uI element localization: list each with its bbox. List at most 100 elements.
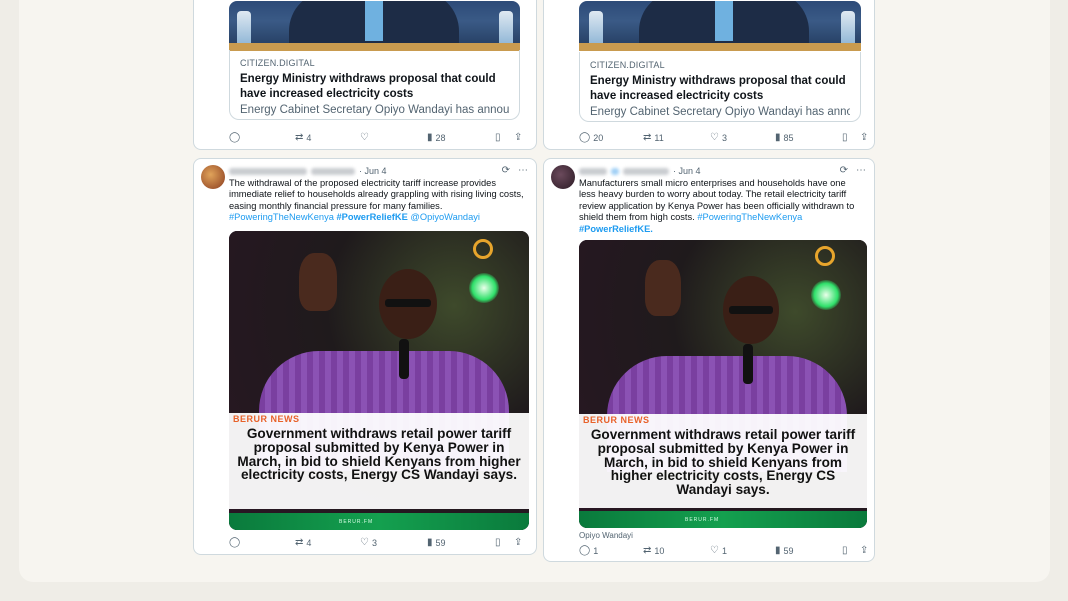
reply-icon: ◯ bbox=[579, 545, 591, 556]
bookmark-icon: ▯ bbox=[495, 132, 501, 143]
like-button[interactable]: ♡ bbox=[360, 133, 372, 143]
more-icon[interactable]: ⋯ bbox=[856, 165, 866, 176]
hashtag-link[interactable]: #PoweringTheNewKenya bbox=[229, 212, 334, 222]
repost-icon: ⇄ bbox=[643, 132, 652, 143]
views-icon: ▮ bbox=[427, 537, 433, 548]
views-button[interactable]: ▮ 85 bbox=[775, 132, 794, 144]
post-header: · Jun 4 bbox=[229, 166, 387, 176]
reply-button[interactable]: ◯ 1 bbox=[579, 545, 598, 557]
action-bar: ◯ 1 ⇄ 10 ♡ 1 ▮ 59 ▯ ⇪ bbox=[579, 545, 874, 560]
avatar[interactable] bbox=[201, 165, 225, 189]
media-brand-label: BERUR NEWS bbox=[583, 415, 650, 425]
views-icon: ▮ bbox=[427, 132, 433, 143]
like-icon: ♡ bbox=[710, 545, 719, 556]
post-text: The withdrawal of the proposed electrici… bbox=[229, 178, 524, 223]
link-preview-image[interactable] bbox=[579, 1, 861, 51]
bookmark-icon: ▯ bbox=[842, 132, 848, 143]
hashtag-link[interactable]: #PoweringTheNewKenya bbox=[697, 212, 802, 222]
like-icon: ♡ bbox=[360, 537, 369, 548]
repost-button[interactable]: ⇄ 11 bbox=[643, 132, 664, 144]
tweet-card-bottom-left[interactable]: · Jun 4 ⟳ ⋯ The withdrawal of the propos… bbox=[193, 158, 537, 555]
grok-icon[interactable]: ⟳ bbox=[502, 165, 510, 176]
post-media-image[interactable]: BERUR NEWS Government withdraws retail p… bbox=[579, 240, 867, 528]
author-name-redacted[interactable] bbox=[229, 167, 307, 175]
hashtag-link[interactable]: #PowerReliefKE. bbox=[579, 224, 653, 234]
reply-button[interactable]: ◯ bbox=[229, 538, 243, 548]
media-credit[interactable]: Opiyo Wandayi bbox=[579, 531, 633, 540]
share-icon: ⇪ bbox=[860, 545, 869, 556]
author-name-redacted[interactable] bbox=[579, 167, 607, 175]
views-icon: ▮ bbox=[775, 545, 781, 556]
bookmark-icon: ▯ bbox=[842, 545, 848, 556]
repost-button[interactable]: ⇄ 10 bbox=[643, 545, 664, 557]
media-brand-label: BERUR NEWS bbox=[233, 414, 300, 424]
like-button[interactable]: ♡ 3 bbox=[360, 537, 377, 549]
bookmark-button[interactable]: ▯ bbox=[495, 133, 501, 143]
repost-button[interactable]: ⇄ 4 bbox=[295, 132, 311, 144]
like-icon: ♡ bbox=[360, 132, 369, 143]
link-preview-image[interactable] bbox=[229, 1, 520, 51]
post-media-image[interactable]: BERUR NEWS Government withdraws retail p… bbox=[229, 231, 529, 530]
reply-icon: ◯ bbox=[229, 132, 241, 143]
post-header: · Jun 4 bbox=[579, 166, 701, 176]
like-button[interactable]: ♡ 3 bbox=[710, 132, 727, 144]
views-button[interactable]: ▮ 28 bbox=[427, 132, 446, 144]
preview-source: CITIZEN.DIGITAL bbox=[240, 58, 315, 68]
repost-button[interactable]: ⇄ 4 bbox=[295, 537, 311, 549]
share-icon: ⇪ bbox=[514, 132, 523, 143]
share-button[interactable]: ⇪ bbox=[860, 133, 868, 143]
avatar[interactable] bbox=[551, 165, 575, 189]
tweet-card-bottom-right[interactable]: · Jun 4 ⟳ ⋯ Manufacturers small micro en… bbox=[543, 158, 875, 562]
post-date[interactable]: · Jun 4 bbox=[673, 166, 701, 176]
bookmark-button[interactable]: ▯ bbox=[842, 133, 848, 143]
preview-title: Energy Ministry withdraws proposal that … bbox=[590, 75, 846, 102]
author-handle-redacted bbox=[311, 167, 355, 175]
tweet-card-top-right[interactable]: CITIZEN.DIGITAL Energy Ministry withdraw… bbox=[543, 0, 875, 150]
preview-description: Energy Cabinet Secretary Opiyo Wandayi h… bbox=[240, 104, 509, 116]
share-icon: ⇪ bbox=[514, 537, 523, 548]
bookmark-icon: ▯ bbox=[495, 537, 501, 548]
reply-button[interactable]: ◯ bbox=[229, 133, 243, 143]
tweet-card-top-left[interactable]: CITIZEN.DIGITAL Energy Ministry withdraw… bbox=[193, 0, 537, 150]
more-icon[interactable]: ⋯ bbox=[518, 165, 528, 176]
preview-title: Energy Ministry withdraws proposal that … bbox=[240, 73, 496, 100]
action-bar: ◯ ⇄ 4 ♡ 3 ▮ 59 ▯ ⇪ bbox=[229, 538, 529, 552]
bookmark-button[interactable]: ▯ bbox=[495, 538, 501, 548]
verified-badge-redacted bbox=[611, 167, 619, 175]
post-date[interactable]: · Jun 4 bbox=[359, 166, 387, 176]
brand-logo-icon bbox=[815, 246, 835, 266]
media-headline: Government withdraws retail power tariff… bbox=[590, 427, 856, 498]
views-icon: ▮ bbox=[775, 132, 781, 143]
reply-button[interactable]: ◯ 20 bbox=[579, 132, 603, 144]
post-text: Manufacturers small micro enterprises an… bbox=[579, 178, 855, 234]
hashtag-link[interactable]: #PowerReliefKE bbox=[337, 212, 408, 222]
views-button[interactable]: ▮ 59 bbox=[427, 537, 446, 549]
author-handle-redacted bbox=[623, 167, 669, 175]
share-button[interactable]: ⇪ bbox=[860, 546, 868, 556]
brand-logo-icon bbox=[473, 239, 493, 259]
preview-source: CITIZEN.DIGITAL bbox=[590, 60, 665, 70]
reply-icon: ◯ bbox=[579, 132, 591, 143]
mention-link[interactable]: @OpiyoWandayi bbox=[410, 212, 480, 222]
link-preview[interactable]: CITIZEN.DIGITAL Energy Ministry withdraw… bbox=[579, 52, 861, 122]
link-preview[interactable]: CITIZEN.DIGITAL Energy Ministry withdraw… bbox=[229, 50, 520, 120]
like-button[interactable]: ♡ 1 bbox=[710, 545, 727, 557]
media-headline: Government withdraws retail power tariff… bbox=[237, 426, 521, 483]
bookmark-button[interactable]: ▯ bbox=[842, 546, 848, 556]
media-footer-bar: BERUR.FM bbox=[229, 513, 529, 530]
like-icon: ♡ bbox=[710, 132, 719, 143]
repost-icon: ⇄ bbox=[643, 545, 652, 556]
media-footer-bar: BERUR.FM bbox=[579, 511, 867, 528]
preview-description: Energy Cabinet Secretary Opiyo Wandayi h… bbox=[590, 106, 850, 118]
views-button[interactable]: ▮ 59 bbox=[775, 545, 794, 557]
share-button[interactable]: ⇪ bbox=[514, 538, 522, 548]
grok-icon[interactable]: ⟳ bbox=[840, 165, 848, 176]
repost-icon: ⇄ bbox=[295, 132, 304, 143]
action-bar: ◯ 20 ⇄ 11 ♡ 3 ▮ 85 ▯ ⇪ bbox=[579, 132, 874, 147]
share-button[interactable]: ⇪ bbox=[514, 133, 522, 143]
share-icon: ⇪ bbox=[860, 132, 869, 143]
reply-icon: ◯ bbox=[229, 537, 241, 548]
repost-icon: ⇄ bbox=[295, 537, 304, 548]
action-bar: ◯ ⇄ 4 ♡ ▮ 28 ▯ ⇪ bbox=[229, 133, 529, 147]
post-header-tools: ⟳ ⋯ bbox=[502, 165, 528, 176]
